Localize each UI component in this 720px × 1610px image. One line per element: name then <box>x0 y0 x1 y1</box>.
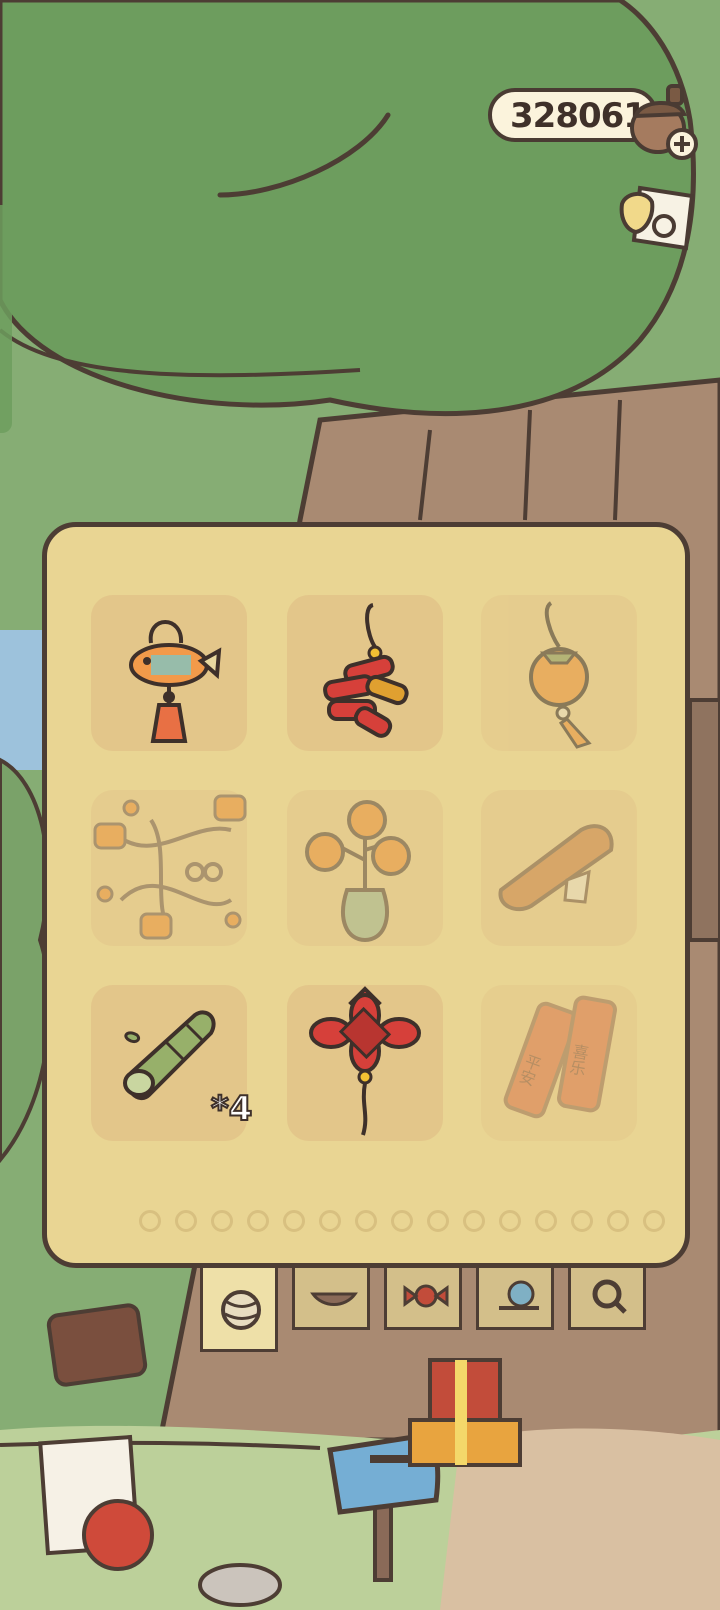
chinese-knot-icon <box>309 986 421 1136</box>
firecracker-icon <box>323 603 409 738</box>
inventory-panel: *4 平安 喜乐 <box>42 522 690 1268</box>
candy-icon <box>403 1284 449 1308</box>
page-dot[interactable] <box>247 1210 269 1232</box>
page-dot[interactable] <box>319 1210 341 1232</box>
dish-icon <box>310 1292 358 1306</box>
page-dot[interactable] <box>463 1210 485 1232</box>
page-dot[interactable] <box>139 1210 161 1232</box>
tab-search[interactable] <box>568 1268 646 1330</box>
page-dot[interactable] <box>211 1210 233 1232</box>
inventory-slot[interactable] <box>287 790 443 946</box>
page-dot[interactable] <box>355 1210 377 1232</box>
acorn-icon[interactable] <box>630 80 702 160</box>
page-dot[interactable] <box>535 1210 557 1232</box>
persimmon-tree-icon <box>305 800 411 943</box>
inventory-slot[interactable]: 平安 喜乐 <box>481 985 637 1141</box>
page-dot[interactable] <box>427 1210 449 1232</box>
tab-food[interactable] <box>292 1268 370 1330</box>
snail-icon <box>499 1280 539 1310</box>
tab-snail[interactable] <box>476 1268 554 1330</box>
garland-icon <box>93 794 247 940</box>
fish-charm-icon <box>129 620 222 743</box>
inventory-slot[interactable] <box>481 790 637 946</box>
page-dot[interactable] <box>283 1210 305 1232</box>
magnifier-icon <box>592 1279 627 1314</box>
inventory-slot[interactable] <box>481 595 637 751</box>
inventory-slot[interactable] <box>91 790 247 946</box>
inventory-slot[interactable] <box>287 985 443 1141</box>
persimmon-charm-icon <box>529 601 592 749</box>
spring-roll-icon <box>498 824 614 912</box>
couplets-icon: 平安 喜乐 <box>503 995 617 1119</box>
inventory-slot[interactable] <box>91 595 247 751</box>
side-drawer-tab[interactable] <box>0 205 12 433</box>
clover-count: 328061 <box>510 96 647 136</box>
item-quantity: *4 <box>210 1088 253 1130</box>
page-dot[interactable] <box>571 1210 593 1232</box>
page-dot[interactable] <box>643 1210 665 1232</box>
tab-candy[interactable] <box>384 1268 462 1330</box>
yarn-ball-icon <box>221 1290 261 1330</box>
page-dot[interactable] <box>391 1210 413 1232</box>
ticket-icon[interactable] <box>618 182 704 254</box>
page-dot[interactable] <box>175 1210 197 1232</box>
inventory-slot[interactable] <box>287 595 443 751</box>
tab-yarn[interactable] <box>200 1268 278 1352</box>
inventory-slot[interactable]: *4 <box>91 985 253 1141</box>
page-dot[interactable] <box>607 1210 629 1232</box>
page-dot[interactable] <box>499 1210 521 1232</box>
plus-icon[interactable] <box>666 128 698 160</box>
